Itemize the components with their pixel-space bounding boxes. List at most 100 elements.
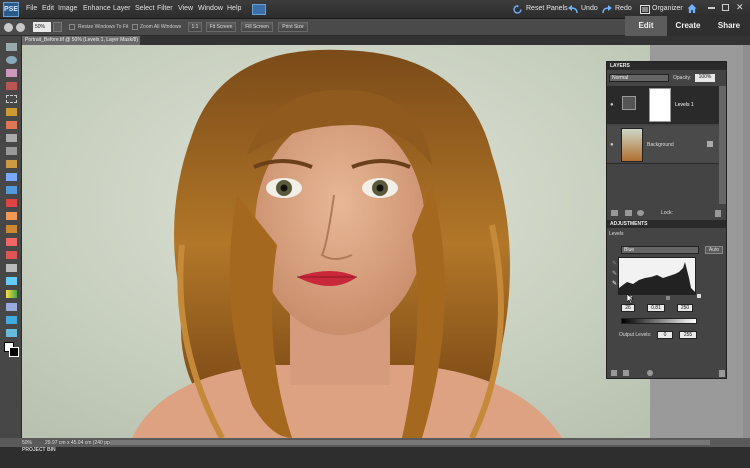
input-white-field[interactable]: 250 (677, 304, 693, 312)
quick-selection-tool-icon[interactable] (6, 121, 17, 129)
menu-select[interactable]: Select (135, 5, 154, 12)
clip-layer-icon[interactable] (623, 370, 629, 376)
minimize-icon[interactable] (708, 7, 715, 9)
menu-image[interactable]: Image (58, 5, 77, 12)
tab-create[interactable]: Create (667, 16, 709, 36)
input-gamma-field[interactable]: 0.81 (647, 304, 665, 312)
actual-pixels-button[interactable]: 1:1 (188, 22, 202, 32)
menu-enhance[interactable]: Enhance (83, 5, 111, 12)
print-size-button[interactable]: Print Size (278, 22, 308, 32)
visibility-eye-icon[interactable]: ● (610, 102, 614, 108)
status-bar: 50% 29.97 cm x 45.04 cm (240 ppi) (0, 438, 750, 447)
reset-panels-button[interactable]: Reset Panels (526, 5, 568, 12)
shape-tool-icon[interactable] (6, 303, 17, 311)
maximize-icon[interactable] (722, 4, 729, 11)
delete-adjustment-icon[interactable] (719, 370, 725, 377)
eyedropper-tool-icon[interactable] (6, 82, 17, 90)
new-layer-icon[interactable] (611, 210, 618, 216)
magic-wand-tool-icon[interactable] (6, 134, 17, 142)
zoom-dropdown-icon[interactable] (53, 22, 62, 32)
menu-file[interactable]: File (26, 5, 37, 12)
image-canvas[interactable] (22, 45, 650, 438)
fill-screen-button[interactable]: Fill Screen (241, 22, 273, 32)
smart-brush-tool-icon[interactable] (6, 264, 17, 272)
layers-scrollbar[interactable] (719, 86, 726, 204)
zoom-value-field[interactable]: 50% (33, 22, 51, 32)
zoom-tool-icon[interactable] (6, 56, 17, 64)
tab-edit[interactable]: Edit (625, 16, 667, 36)
white-input-slider[interactable] (697, 294, 701, 298)
adjustment-type-label: Levels (609, 231, 624, 237)
red-eye-tool-icon[interactable] (6, 199, 17, 207)
layer-row-levels[interactable]: ● Levels 1 (607, 86, 719, 124)
menu-help[interactable]: Help (227, 5, 241, 12)
delete-layer-icon[interactable] (715, 210, 721, 217)
undo-button[interactable]: Undo (581, 5, 598, 12)
eraser-tool-icon[interactable] (6, 238, 17, 246)
zoom-out-icon[interactable] (4, 23, 13, 32)
layer-mask-thumbnail[interactable] (649, 88, 671, 122)
mode-tabs: Edit Create Share (625, 16, 750, 36)
horizontal-scrollbar[interactable] (110, 440, 710, 445)
input-black-field[interactable]: 26 (621, 304, 635, 312)
clone-stamp-tool-icon[interactable] (6, 225, 17, 233)
hand-tool-icon[interactable] (6, 69, 17, 77)
layer-row-background[interactable]: ● Background (607, 126, 719, 164)
screen-layout-icon[interactable] (252, 4, 266, 15)
blend-mode-select[interactable]: Normal (609, 74, 669, 82)
project-bin-label[interactable]: PROJECT BIN (22, 447, 56, 453)
organizer-button[interactable]: Organizer (652, 5, 683, 12)
vertical-scrollbar[interactable] (743, 45, 750, 438)
zoom-in-icon[interactable] (16, 23, 25, 32)
home-icon[interactable] (687, 4, 697, 13)
straighten-tool-icon[interactable] (6, 186, 17, 194)
opacity-field[interactable]: 100% (695, 74, 715, 82)
brush-tool-icon[interactable] (6, 251, 17, 259)
paint-bucket-tool-icon[interactable] (6, 277, 17, 285)
fit-screen-button[interactable]: Fit Screen (206, 22, 236, 32)
menu-window[interactable]: Window (198, 5, 223, 12)
menu-filter[interactable]: Filter (157, 5, 173, 12)
adjustment-layer-button-icon[interactable] (637, 210, 644, 216)
sponge-tool-icon[interactable] (6, 329, 17, 337)
gray-point-eyedropper-icon[interactable]: ✎ (612, 270, 617, 277)
return-to-list-icon[interactable] (611, 370, 617, 376)
tab-share[interactable]: Share (708, 16, 750, 36)
move-tool-icon[interactable] (6, 43, 17, 51)
toolbox (0, 36, 22, 438)
adjustments-panel-title: ADJUSTMENTS (607, 220, 726, 228)
adjustment-layer-icon (622, 96, 636, 110)
output-black-field[interactable]: 0 (657, 331, 673, 339)
auto-button[interactable]: Auto (705, 246, 723, 254)
crop-tool-icon[interactable] (6, 160, 17, 168)
new-group-icon[interactable] (625, 210, 632, 216)
output-gradient-bar (621, 318, 697, 324)
channel-select[interactable]: Blue (621, 246, 699, 254)
white-point-eyedropper-icon[interactable]: ✎ (612, 280, 617, 287)
cookie-cutter-tool-icon[interactable] (6, 173, 17, 181)
document-tab[interactable]: Portrait_Before.tif @ 50% (Levels 1, Lay… (22, 36, 140, 52)
menu-edit[interactable]: Edit (42, 5, 54, 12)
menu-view[interactable]: View (178, 5, 193, 12)
close-icon[interactable]: ✕ (736, 2, 744, 13)
visibility-eye-icon[interactable]: ● (610, 142, 614, 148)
type-tool-icon[interactable] (6, 147, 17, 155)
resize-windows-checkbox[interactable] (69, 24, 75, 30)
gradient-tool-icon[interactable] (6, 290, 17, 298)
blur-tool-icon[interactable] (6, 316, 17, 324)
output-white-field[interactable]: 255 (679, 331, 697, 339)
gamma-input-slider[interactable] (666, 296, 670, 300)
background-color-swatch[interactable] (9, 347, 19, 357)
lasso-tool-icon[interactable] (6, 108, 17, 116)
zoom-all-checkbox[interactable] (132, 24, 138, 30)
reset-panels-icon (513, 5, 522, 14)
healing-brush-tool-icon[interactable] (6, 212, 17, 220)
output-levels-label: Output Levels: (619, 332, 652, 338)
menu-layer[interactable]: Layer (113, 5, 131, 12)
levels-histogram[interactable] (618, 257, 696, 295)
portrait-photo (22, 45, 650, 438)
marquee-tool-icon[interactable] (6, 95, 17, 103)
reset-adjustment-icon[interactable] (647, 370, 653, 376)
redo-button[interactable]: Redo (615, 5, 632, 12)
black-point-eyedropper-icon[interactable]: ✎ (612, 260, 617, 267)
